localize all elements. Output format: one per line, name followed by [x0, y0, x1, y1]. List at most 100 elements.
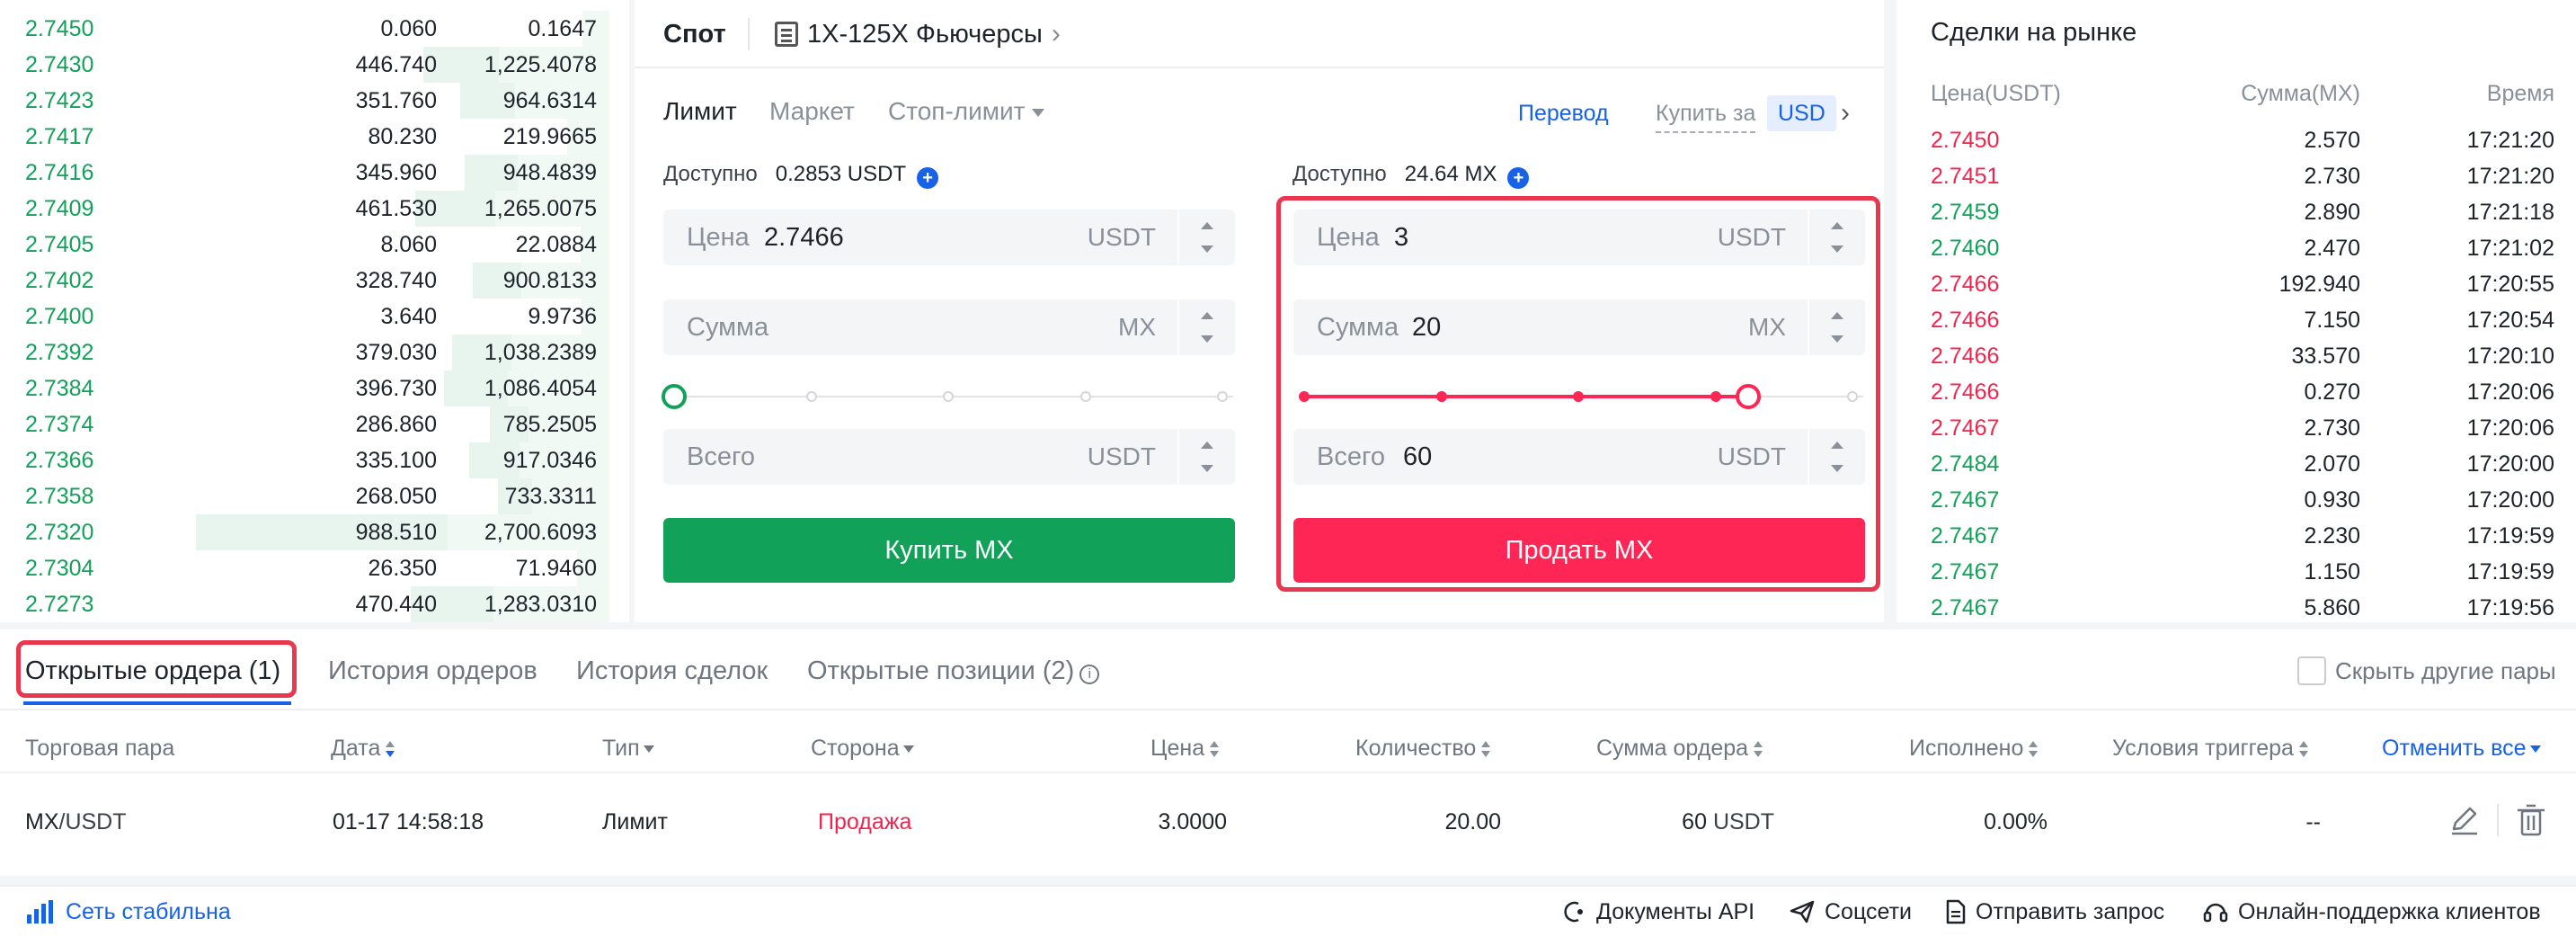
tab-order-history[interactable]: История ордеров [328, 649, 537, 692]
slider-step-dot[interactable] [1710, 391, 1721, 402]
trade-time: 17:21:20 [2466, 164, 2554, 189]
slider-step-dot[interactable] [1847, 391, 1858, 402]
arrow-down-icon[interactable] [1831, 335, 1843, 343]
slider-handle[interactable] [1736, 384, 1761, 409]
buy-price-input[interactable]: 2.7466 [764, 210, 844, 265]
orderbook-row[interactable]: 2.7392 379.030 1,038.2389 [0, 335, 629, 370]
arrow-up-icon[interactable] [1201, 312, 1213, 319]
orderbook-row[interactable]: 2.7405 8.060 22.0884 [0, 227, 629, 263]
sell-price-input[interactable]: 3 [1394, 210, 1408, 265]
order-type-market[interactable]: Маркет [769, 94, 855, 129]
hide-pairs-checkbox[interactable] [2297, 656, 2326, 685]
slider-step-dot[interactable] [1436, 391, 1447, 402]
support-link[interactable]: Онлайн-поддержка клиентов [2202, 894, 2541, 930]
buy-price-field[interactable]: Цена 2.7466 USDT [663, 210, 1235, 265]
slider-step-dot[interactable] [1080, 391, 1091, 402]
price-stepper[interactable] [1808, 210, 1865, 265]
arrow-down-icon[interactable] [1201, 245, 1213, 253]
th-sum[interactable]: Сумма ордера [1596, 732, 1763, 764]
support-label: Онлайн-поддержка клиентов [2238, 899, 2541, 924]
orderbook-row[interactable]: 2.7320 988.510 2,700.6093 [0, 514, 629, 550]
orderbook-row[interactable]: 2.7402 328.740 900.8133 [0, 263, 629, 299]
orderbook-row[interactable]: 2.7430 446.740 1,225.4078 [0, 47, 629, 83]
sell-amount-input[interactable]: 20 [1412, 299, 1441, 355]
sell-percent-slider[interactable] [1293, 383, 1863, 410]
tab-open-positions[interactable]: Открытые позиции (2) i [807, 649, 1100, 692]
price-stepper[interactable] [1177, 210, 1235, 265]
slider-step-dot[interactable] [1299, 391, 1310, 402]
orderbook-total: 1,283.0310 [484, 592, 597, 617]
sell-price-field[interactable]: Цена 3 USDT [1293, 210, 1865, 265]
orderbook-row[interactable]: 2.7416 345.960 948.4839 [0, 155, 629, 191]
orderbook-row[interactable]: 2.7374 286.860 785.2505 [0, 406, 629, 442]
tab-spot[interactable]: Спот [663, 16, 726, 52]
sell-button[interactable]: Продать MX [1293, 518, 1865, 583]
plus-icon[interactable]: + [1507, 167, 1530, 189]
headset-icon [2203, 903, 2228, 923]
order-type-limit[interactable]: Лимит [663, 94, 737, 129]
buy-percent-slider[interactable] [662, 383, 1233, 410]
orderbook-row[interactable]: 2.7417 80.230 219.9665 [0, 119, 629, 155]
arrow-down-icon[interactable] [1201, 465, 1213, 472]
plus-icon[interactable]: + [917, 167, 939, 189]
orderbook-row[interactable]: 2.7358 268.050 733.3311 [0, 478, 629, 514]
th-filled[interactable]: Исполнено [1909, 732, 2039, 764]
cancel-all-button[interactable]: Отменить все [2382, 732, 2541, 764]
th-price[interactable]: Цена [1150, 732, 1220, 764]
sell-total-input[interactable]: 60 [1403, 429, 1432, 485]
amount-stepper[interactable] [1177, 299, 1235, 355]
network-status[interactable]: Сеть стабильна [27, 894, 231, 930]
slider-step-dot[interactable] [1573, 391, 1584, 402]
amount-stepper[interactable] [1808, 299, 1865, 355]
transfer-link[interactable]: Перевод [1518, 95, 1609, 131]
orderbook-row[interactable]: 2.7273 470.440 1,283.0310 [0, 586, 629, 622]
orderbook-row[interactable]: 2.7366 335.100 917.0346 [0, 442, 629, 478]
orderbook-row[interactable]: 2.7423 351.760 964.6314 [0, 83, 629, 119]
arrow-down-icon[interactable] [1831, 245, 1843, 253]
th-trigger[interactable]: Условия триггера [2112, 732, 2308, 764]
slider-step-dot[interactable] [943, 391, 954, 402]
currency-badge[interactable]: USD [1767, 95, 1836, 131]
slider-handle[interactable] [662, 384, 687, 409]
slider-step-dot[interactable] [806, 391, 817, 402]
trash-icon[interactable] [2513, 802, 2549, 838]
buy-amount-field[interactable]: Сумма MX [663, 299, 1235, 355]
orderbook-row[interactable]: 2.7450 0.060 0.1647 [0, 11, 629, 47]
total-stepper[interactable] [1808, 429, 1865, 485]
futures-link[interactable]: 1X-125X Фьючерсы › [775, 16, 1061, 52]
arrow-up-icon[interactable] [1831, 312, 1843, 319]
buy-total-field[interactable]: Всего USDT [663, 429, 1235, 485]
submit-request-link[interactable]: Отправить запрос [1945, 894, 2164, 930]
arrow-up-icon[interactable] [1201, 442, 1213, 449]
sell-available: Доступно 24.64 MX + [1292, 156, 1530, 192]
api-docs-link[interactable]: Документы API [1562, 894, 1754, 930]
arrow-up-icon[interactable] [1201, 222, 1213, 229]
orderbook-price: 2.7374 [25, 412, 94, 437]
slider-step-dot[interactable] [1217, 391, 1228, 402]
sell-total-field[interactable]: Всего 60 USDT [1293, 429, 1865, 485]
market-trade-row: 2.7466 0.270 17:20:06 [1896, 374, 2576, 410]
info-icon[interactable]: i [1079, 665, 1100, 684]
orderbook-row[interactable]: 2.7400 3.640 9.9736 [0, 299, 629, 335]
orderbook-row[interactable]: 2.7409 461.530 1,265.0075 [0, 191, 629, 227]
order-type-stop-limit[interactable]: Стоп-лимит [888, 94, 1045, 129]
orderbook-row[interactable]: 2.7304 26.350 71.9460 [0, 550, 629, 586]
th-date[interactable]: Дата [331, 732, 395, 764]
orderbook-amount: 396.730 [355, 376, 437, 401]
total-stepper[interactable] [1177, 429, 1235, 485]
arrow-up-icon[interactable] [1831, 222, 1843, 229]
orderbook-row[interactable]: 2.7384 396.730 1,086.4054 [0, 370, 629, 406]
th-qty[interactable]: Количество [1355, 732, 1491, 764]
th-side[interactable]: Сторона [811, 732, 914, 764]
buy-for-label[interactable]: Купить за [1656, 95, 1756, 133]
arrow-down-icon[interactable] [1831, 465, 1843, 472]
th-type[interactable]: Тип [602, 732, 654, 764]
chevron-right-icon[interactable]: › [1841, 95, 1850, 131]
arrow-down-icon[interactable] [1201, 335, 1213, 343]
buy-button[interactable]: Купить MX [663, 518, 1235, 583]
sell-amount-field[interactable]: Сумма 20 MX [1293, 299, 1865, 355]
social-link[interactable]: Соцсети [1789, 894, 1912, 930]
edit-icon[interactable] [2447, 802, 2483, 838]
tab-trade-history[interactable]: История сделок [576, 649, 768, 692]
arrow-up-icon[interactable] [1831, 442, 1843, 449]
